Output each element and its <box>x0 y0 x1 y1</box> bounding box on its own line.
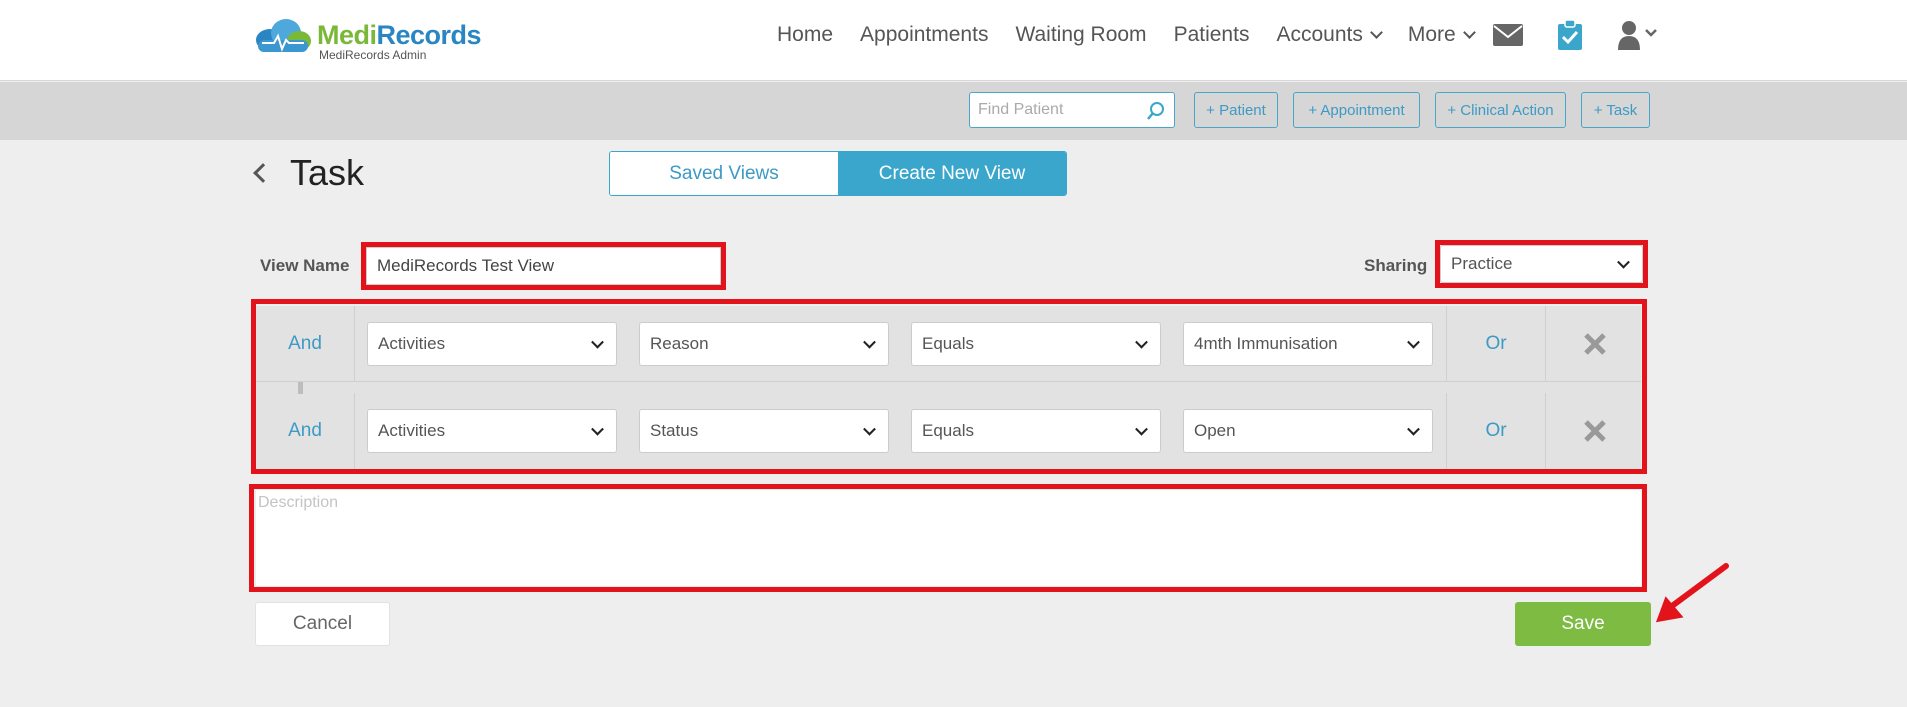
chevron-down-icon <box>591 422 604 436</box>
tab-saved-views[interactable]: Saved Views <box>610 152 838 195</box>
find-patient-box <box>969 92 1175 128</box>
filter-value-select[interactable]: Open <box>1183 409 1433 453</box>
filter-attribute-value: Reason <box>650 334 709 353</box>
filter-field-value: Activities <box>378 421 446 440</box>
sharing-label: Sharing <box>1364 256 1428 275</box>
remove-filter-button[interactable] <box>1548 306 1641 382</box>
chevron-down-icon <box>863 422 876 436</box>
and-button[interactable]: And <box>256 306 355 382</box>
or-button[interactable]: Or <box>1446 306 1546 382</box>
save-button[interactable]: Save <box>1515 602 1651 646</box>
chevron-down-icon <box>863 335 876 349</box>
cancel-button[interactable]: Cancel <box>255 602 390 646</box>
filter-attribute-select[interactable]: Reason <box>639 322 889 366</box>
sharing-select-value: Practice <box>1451 254 1513 273</box>
brand-subtitle: MediRecords Admin <box>319 48 427 62</box>
chevron-down-icon <box>1462 26 1476 39</box>
add-patient-button[interactable]: + Patient <box>1194 92 1278 128</box>
view-name-input[interactable] <box>366 247 721 285</box>
nav-appointments[interactable]: Appointments <box>860 23 988 47</box>
filter-field-select[interactable]: Activities <box>367 409 617 453</box>
close-icon <box>1583 333 1606 355</box>
add-clinical-action-button[interactable]: + Clinical Action <box>1435 92 1566 128</box>
search-icon[interactable] <box>1146 101 1166 121</box>
chevron-down-icon <box>1369 26 1383 39</box>
nav-waiting-room[interactable]: Waiting Room <box>1015 23 1146 47</box>
filter-value-text: 4mth Immunisation <box>1194 334 1338 353</box>
nav-patients[interactable]: Patients <box>1174 23 1250 47</box>
filter-field-value: Activities <box>378 334 446 353</box>
nav-home[interactable]: Home <box>777 23 833 47</box>
close-icon <box>1583 420 1606 442</box>
red-arrow-annotation <box>1655 563 1729 623</box>
chevron-down-icon <box>1407 422 1420 436</box>
filter-row: And Activities Reason Equals 4mth Immuni… <box>256 306 1641 382</box>
chevron-down-icon <box>591 335 604 349</box>
main-nav: Home Appointments Waiting Room Patients … <box>777 20 1660 50</box>
filter-operator-value: Equals <box>922 421 974 440</box>
back-chevron-icon[interactable] <box>253 163 273 183</box>
mail-icon[interactable] <box>1492 20 1524 50</box>
chevron-down-icon <box>1135 335 1148 349</box>
filter-row: And Activities Status Equals Open Or <box>256 393 1641 469</box>
and-button[interactable]: And <box>256 393 355 469</box>
filter-conditions: And Activities Reason Equals 4mth Immuni… <box>256 306 1641 469</box>
filter-value-text: Open <box>1194 421 1236 440</box>
page-title: Task <box>290 152 365 193</box>
brand-name: MediRecords <box>317 20 482 50</box>
filter-operator-select[interactable]: Equals <box>911 322 1161 366</box>
add-task-button[interactable]: + Task <box>1581 92 1650 128</box>
cloud-heartbeat-icon <box>256 19 311 52</box>
medirecords-logo[interactable]: MediRecords MediRecords Admin <box>254 14 494 64</box>
filter-operator-value: Equals <box>922 334 974 353</box>
add-appointment-button[interactable]: + Appointment <box>1293 92 1420 128</box>
description-textarea[interactable] <box>256 490 1641 586</box>
clipboard-check-icon[interactable] <box>1554 20 1586 50</box>
chevron-down-icon <box>1135 422 1148 436</box>
view-name-label: View Name <box>260 256 350 275</box>
filter-attribute-select[interactable]: Status <box>639 409 889 453</box>
filter-field-select[interactable]: Activities <box>367 322 617 366</box>
action-toolbar: + Patient + Appointment + Clinical Actio… <box>0 82 1907 140</box>
user-icon[interactable] <box>1616 20 1660 50</box>
view-tabs: Saved Views Create New View <box>609 151 1067 196</box>
sharing-select[interactable]: Practice <box>1440 245 1643 283</box>
filter-attribute-value: Status <box>650 421 699 440</box>
filter-operator-select[interactable]: Equals <box>911 409 1161 453</box>
top-header: MediRecords MediRecords Admin Home Appoi… <box>0 0 1907 81</box>
chevron-down-icon <box>1617 255 1630 269</box>
nav-more[interactable]: More <box>1408 23 1476 47</box>
chevron-down-icon <box>1407 335 1420 349</box>
or-button[interactable]: Or <box>1446 393 1546 469</box>
remove-filter-button[interactable] <box>1548 393 1641 469</box>
find-patient-input[interactable] <box>978 98 1138 122</box>
nav-accounts[interactable]: Accounts <box>1276 23 1383 47</box>
filter-value-select[interactable]: 4mth Immunisation <box>1183 322 1433 366</box>
tab-create-new-view[interactable]: Create New View <box>838 152 1066 195</box>
